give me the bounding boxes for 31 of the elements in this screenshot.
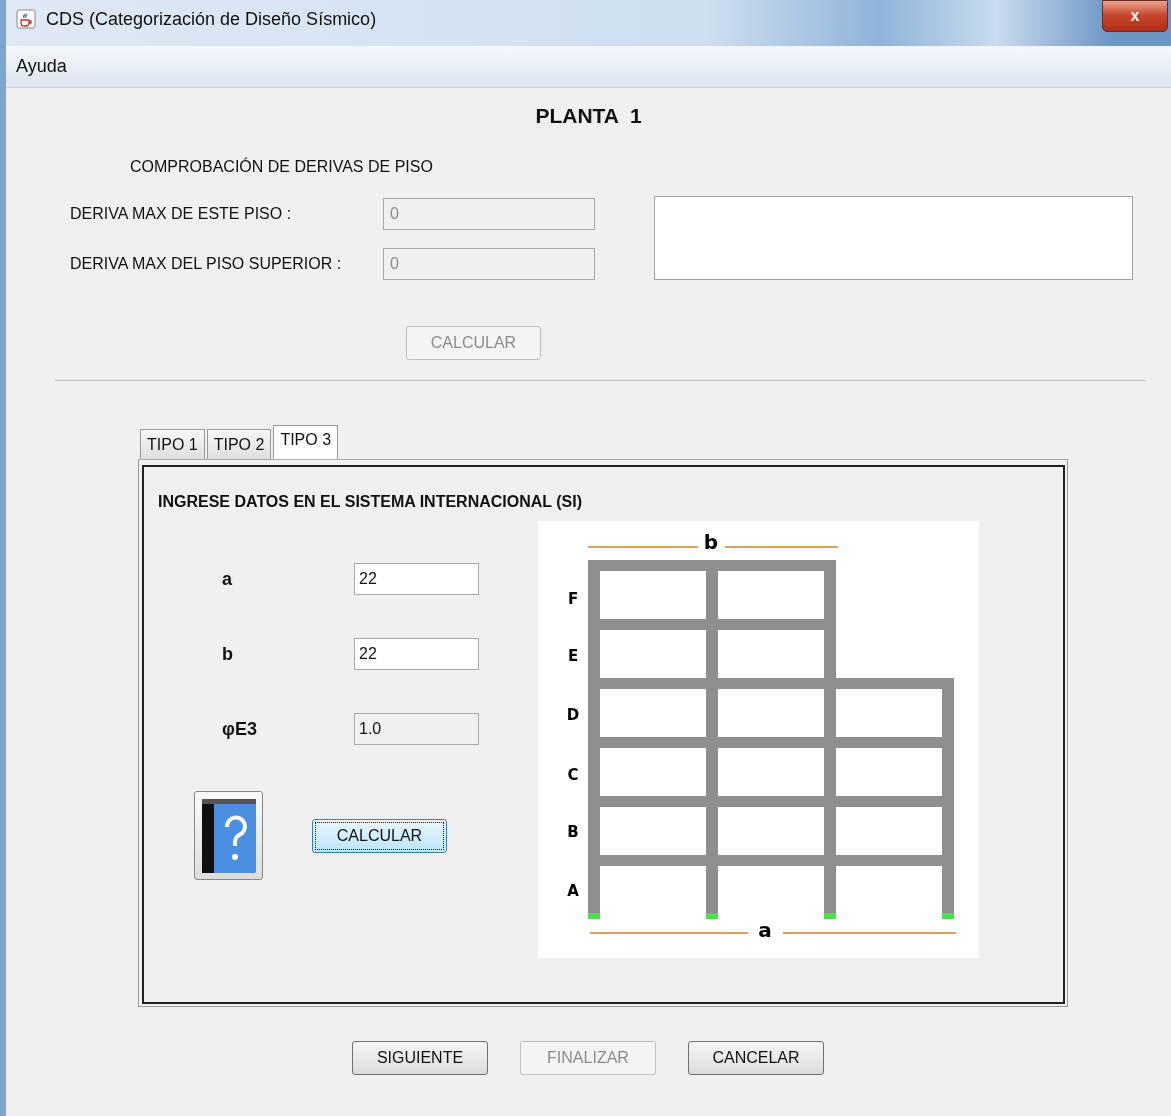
input-field[interactable]: 22 <box>354 638 479 670</box>
tab[interactable]: TIPO 2 <box>206 429 272 459</box>
floor-label: A <box>567 882 579 900</box>
dimension-label: a <box>758 918 772 942</box>
field-label: b <box>222 643 234 665</box>
field-label: a <box>222 568 233 590</box>
input-field[interactable]: 22 <box>354 563 479 595</box>
field-label: φE3 <box>222 718 258 740</box>
page-heading: PLANTA 1 <box>535 104 642 128</box>
help-button[interactable] <box>194 791 263 880</box>
calculate-button[interactable]: CALCULAR <box>312 818 447 853</box>
tab[interactable]: TIPO 1 <box>140 429 205 459</box>
input-field[interactable]: 1.0 <box>354 713 479 745</box>
close-button[interactable]: x <box>1102 0 1168 32</box>
panel-title: INGRESE DATOS EN EL SISTEMA INTERNACIONAL (SI) <box>158 493 584 511</box>
floor-label: E <box>567 647 579 665</box>
help-book-icon <box>199 796 258 875</box>
footer-button[interactable]: SIGUIENTE <box>352 1041 488 1075</box>
floor-label: D <box>566 706 580 724</box>
floor-label: C <box>567 766 579 784</box>
tab[interactable]: TIPO 3 <box>273 425 339 459</box>
floor-label: F <box>567 590 579 608</box>
floor-label: B <box>567 823 579 841</box>
cup-icon <box>16 9 36 29</box>
field-label: DERIVA MAX DEL PISO SUPERIOR : <box>70 255 343 273</box>
menu-item[interactable]: Ayuda <box>16 56 67 77</box>
window-title: CDS (Categorización de Diseño Sísmico) <box>46 8 377 30</box>
footer-button[interactable]: CANCELAR <box>688 1041 824 1075</box>
field-label: DERIVA MAX DE ESTE PISO : <box>70 205 293 223</box>
dimension-label: b <box>703 530 719 554</box>
section-title: COMPROBACIÓN DE DERIVAS DE PISO <box>130 158 434 176</box>
